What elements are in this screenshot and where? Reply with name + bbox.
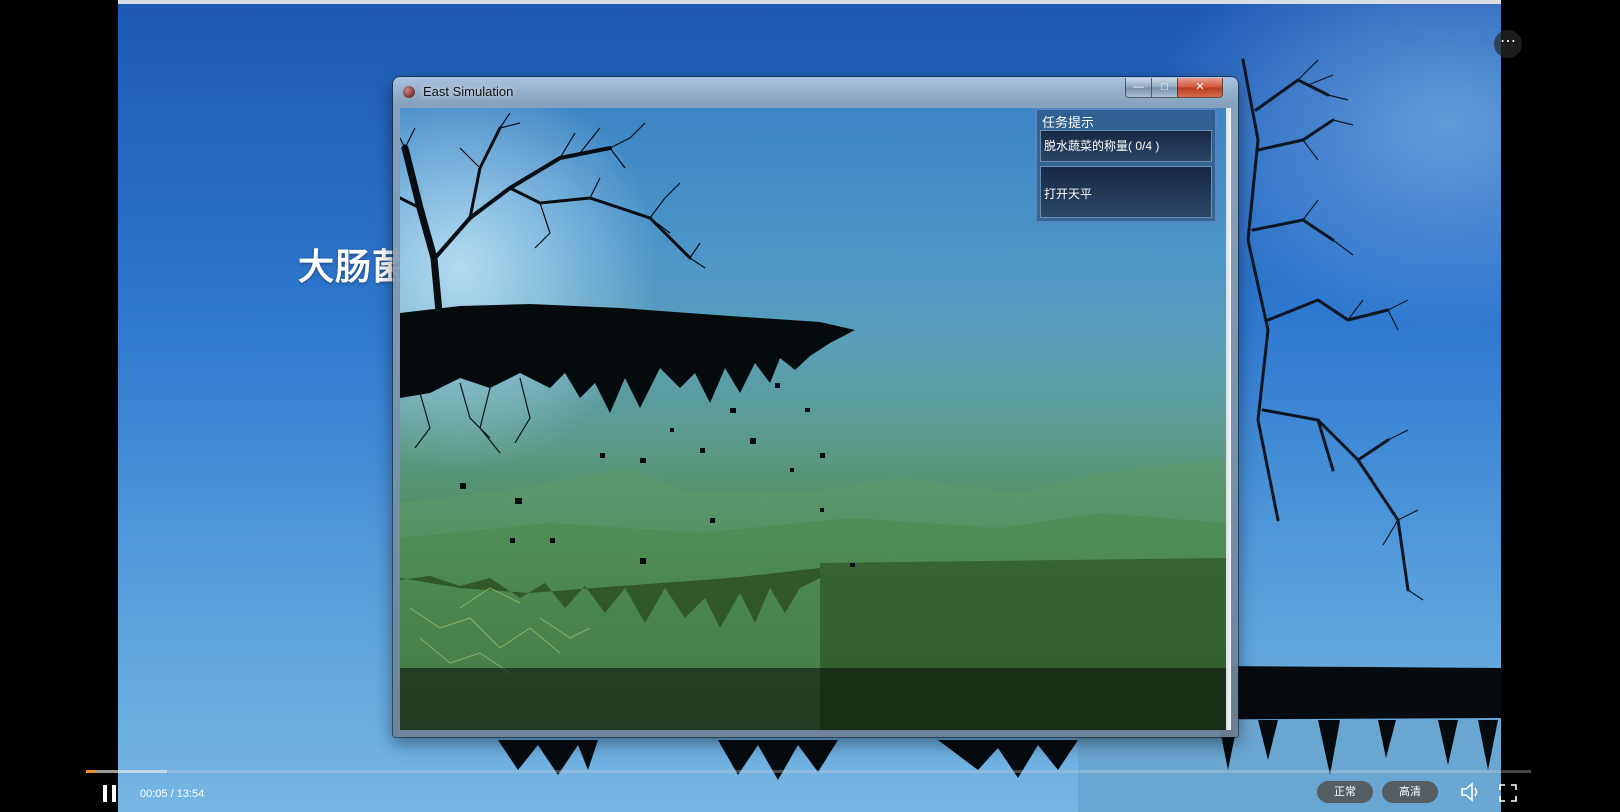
quest-task-open-balance[interactable]: 打开天平 [1040, 166, 1212, 218]
quest-task-weighing[interactable]: 脱水蔬菜的称量( 0/4 ) [1040, 130, 1212, 162]
quest-task-label: 打开天平 [1044, 187, 1093, 201]
progress-played [86, 770, 95, 773]
window-title: East Simulation [423, 84, 514, 99]
quest-panel-title: 任务提示 [1042, 115, 1095, 130]
app-window: East Simulation — □ ✕ 任务提示 脱水蔬菜的称量(0/4 … [393, 77, 1238, 737]
more-options-icon[interactable]: ⋯ [1494, 30, 1522, 58]
time-display: 00:05 / 13:54 [140, 788, 205, 800]
minimize-button[interactable]: — [1125, 78, 1152, 98]
quest-task-label: 脱水蔬菜的称量( 0/4 ) [1044, 139, 1160, 153]
close-button[interactable]: ✕ [1177, 78, 1223, 98]
quest-panel: 任务提示 脱水蔬菜的称量( 0/4 ) 打开天平 [1035, 108, 1217, 223]
progress-buffered [86, 770, 167, 773]
simulation-viewport[interactable]: 任务提示 脱水蔬菜的称量( 0/4 ) 打开天平 [400, 108, 1226, 730]
playback-speed-button[interactable]: 正常 [1317, 781, 1373, 803]
title-bar[interactable]: East Simulation — □ ✕ [393, 77, 1238, 107]
maximize-button[interactable]: □ [1151, 78, 1178, 98]
quality-button[interactable]: 高清 [1382, 781, 1438, 803]
progress-bar[interactable] [86, 770, 1531, 773]
vertical-scrollbar[interactable] [1226, 108, 1231, 730]
pause-icon[interactable] [102, 785, 118, 802]
app-icon [403, 86, 415, 98]
volume-icon[interactable] [1460, 782, 1482, 802]
fullscreen-icon[interactable] [1498, 783, 1518, 803]
